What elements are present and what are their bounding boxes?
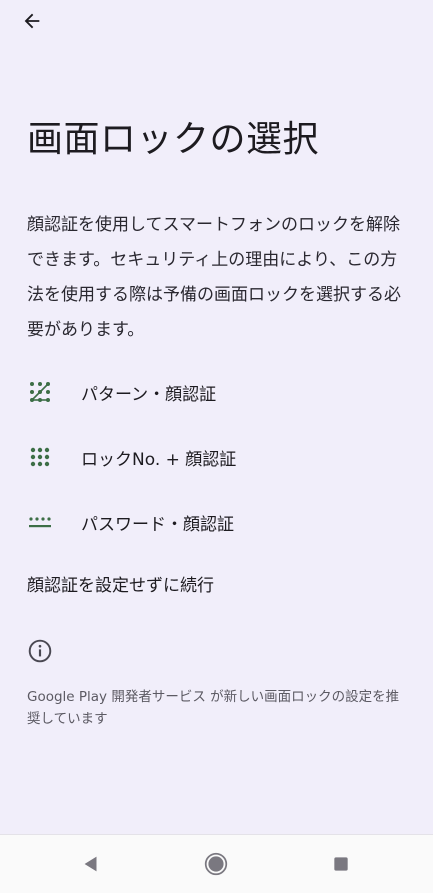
option-label: パターン・顔認証: [81, 384, 217, 405]
option-label: ロックNo. + 顔認証: [81, 449, 237, 470]
password-icon: [27, 509, 53, 535]
option-label: パスワード・顔認証: [81, 514, 234, 535]
info-text: Google Play 開発者サービス が新しい画面ロックの設定を推奨しています: [27, 689, 400, 727]
nav-back-button[interactable]: [76, 849, 106, 879]
info-icon: [27, 638, 53, 664]
nav-home-button[interactable]: [201, 849, 231, 879]
arrow-back-icon: [24, 13, 40, 29]
pattern-icon: [27, 379, 53, 405]
back-button[interactable]: [14, 6, 50, 36]
description-text: 顔認証を使用してスマートフォンのロックを解除できます。セキュリティ上の理由により…: [27, 215, 401, 340]
nav-recents-button[interactable]: [326, 849, 356, 879]
nav-back-icon: [84, 856, 97, 872]
option-pattern-face[interactable]: パターン・顔認証: [0, 364, 433, 420]
navigation-bar: [0, 834, 433, 893]
pin-icon: [27, 444, 53, 470]
option-pin-face[interactable]: ロックNo. + 顔認証: [0, 429, 433, 485]
nav-home-icon: [204, 852, 228, 876]
page-title: 画面ロックの選択: [27, 119, 320, 160]
skip-face-unlock-button[interactable]: 顔認証を設定せずに続行: [27, 566, 407, 606]
nav-recents-icon: [334, 857, 348, 871]
option-password-face[interactable]: パスワード・顔認証: [0, 494, 433, 550]
